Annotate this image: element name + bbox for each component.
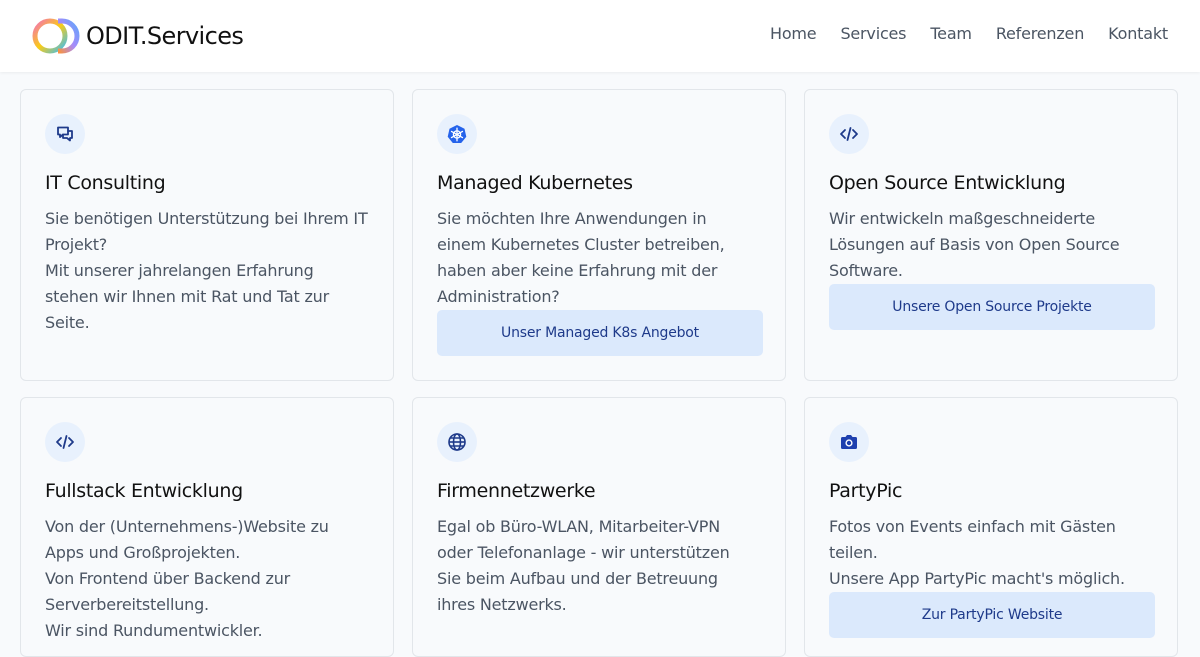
code-icon	[829, 114, 869, 154]
service-card-fullstack: Fullstack Entwicklung Von der (Unternehm…	[20, 397, 394, 657]
card-text-line: Projekt?	[45, 235, 108, 254]
card-text-line: teilen.	[829, 543, 878, 562]
card-text-line: ihres Netzwerks.	[437, 595, 567, 614]
service-card-partypic: PartyPic Fotos von Events einfach mit Gä…	[804, 397, 1178, 657]
open-source-projects-button[interactable]: Unsere Open Source Projekte	[829, 284, 1155, 330]
card-text-line: oder Telefonanlage - wir unterstützen	[437, 543, 730, 562]
card-text-line: Serverbereitstellung.	[45, 595, 209, 614]
service-card-firmennetzwerke: Firmennetzwerke Egal ob Büro-WLAN, Mitar…	[412, 397, 786, 657]
card-text-line: Egal ob Büro-WLAN, Mitarbeiter-VPN	[437, 517, 720, 536]
card-text-line: Wir sind Rundumentwickler.	[45, 621, 263, 640]
card-text: Wir entwickeln maßgeschneiderte Lösungen…	[829, 206, 1159, 284]
card-text: Egal ob Büro-WLAN, Mitarbeiter-VPN oder …	[437, 514, 767, 618]
card-text-line: Apps und Großprojekten.	[45, 543, 241, 562]
nav-services[interactable]: Services	[840, 24, 906, 43]
card-title: Managed Kubernetes	[437, 172, 633, 194]
camera-icon	[829, 422, 869, 462]
site-header: ODIT.Services Home Services Team Referen…	[0, 0, 1200, 72]
card-text: Sie benötigen Unterstützung bei Ihrem IT…	[45, 206, 375, 336]
nav-referenzen[interactable]: Referenzen	[996, 24, 1085, 43]
nav-home[interactable]: Home	[770, 24, 817, 43]
card-text-line: haben aber keine Erfahrung mit der	[437, 261, 718, 280]
card-text: Von der (Unternehmens-)Website zu Apps u…	[45, 514, 375, 644]
card-text-line: Von Frontend über Backend zur	[45, 569, 291, 588]
card-title: Fullstack Entwicklung	[45, 480, 243, 502]
card-text-line: Administration?	[437, 287, 560, 306]
card-text-line: Unsere App PartyPic macht's möglich.	[829, 569, 1125, 588]
chat-bubbles-icon	[45, 114, 85, 154]
card-text-line: einem Kubernetes Cluster betreiben,	[437, 235, 725, 254]
card-text: Sie möchten Ihre Anwendungen in einem Ku…	[437, 206, 767, 310]
card-text-line: Sie benötigen Unterstützung bei Ihrem IT	[45, 209, 368, 228]
card-text-line: Seite.	[45, 313, 90, 332]
service-card-open-source: Open Source Entwicklung Wir entwickeln m…	[804, 89, 1178, 381]
card-text-line: stehen wir Ihnen mit Rat und Tat zur	[45, 287, 329, 306]
kubernetes-icon	[437, 114, 477, 154]
logo[interactable]: ODIT.Services	[31, 15, 244, 57]
card-text-line: Wir entwickeln maßgeschneiderte	[829, 209, 1096, 228]
globe-icon	[437, 422, 477, 462]
brand-name: ODIT.Services	[86, 22, 244, 50]
nav-kontakt[interactable]: Kontakt	[1108, 24, 1168, 43]
card-text-line: Mit unserer jahrelangen Erfahrung	[45, 261, 314, 280]
nav-team[interactable]: Team	[930, 24, 972, 43]
managed-k8s-offer-button[interactable]: Unser Managed K8s Angebot	[437, 310, 763, 356]
card-text-line: Sie möchten Ihre Anwendungen in	[437, 209, 707, 228]
code-icon	[45, 422, 85, 462]
service-card-managed-kubernetes: Managed Kubernetes Sie möchten Ihre Anwe…	[412, 89, 786, 381]
card-title: PartyPic	[829, 480, 903, 502]
main-nav: Home Services Team Referenzen Kontakt	[746, 24, 1168, 43]
card-text-line: Software.	[829, 261, 903, 280]
odit-logo-icon	[32, 18, 80, 54]
card-text: Fotos von Events einfach mit Gästen teil…	[829, 514, 1159, 592]
partypic-website-button[interactable]: Zur PartyPic Website	[829, 592, 1155, 638]
card-text-line: Von der (Unternehmens-)Website zu	[45, 517, 329, 536]
card-title: Firmennetzwerke	[437, 480, 596, 502]
card-title: Open Source Entwicklung	[829, 172, 1066, 194]
card-text-line: Sie beim Aufbau und der Betreuung	[437, 569, 718, 588]
card-text-line: Lösungen auf Basis von Open Source	[829, 235, 1120, 254]
card-title: IT Consulting	[45, 172, 166, 194]
card-text-line: Fotos von Events einfach mit Gästen	[829, 517, 1116, 536]
service-card-it-consulting: IT Consulting Sie benötigen Unterstützun…	[20, 89, 394, 381]
